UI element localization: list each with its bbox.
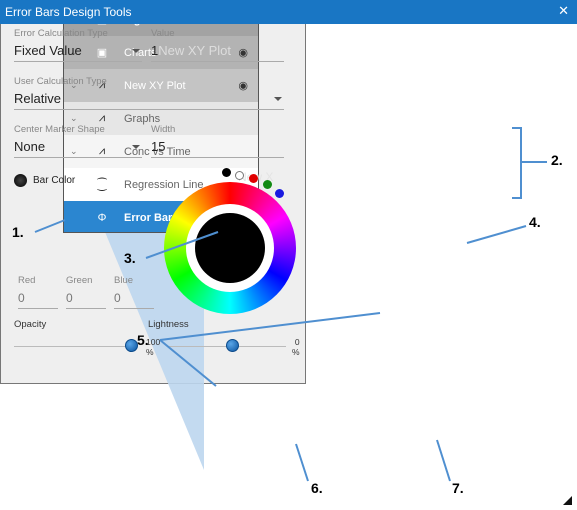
- callout-line-7: [436, 439, 451, 482]
- callout-line-5b: [159, 339, 217, 387]
- callout-line-6: [295, 443, 309, 482]
- callout-line-4: [466, 225, 527, 244]
- callout-line-1: [34, 219, 66, 233]
- callout-line-3: [145, 231, 219, 259]
- callout-7: 7.: [452, 480, 464, 496]
- callout-lines: [34, 127, 547, 482]
- callout-6: 6.: [311, 480, 323, 496]
- callout-line-5a: [159, 312, 381, 341]
- callout-5: 5.: [137, 332, 149, 348]
- callout-4: 4.: [529, 214, 541, 230]
- callout-bracket-2: [512, 127, 522, 199]
- callout-2: 2.: [551, 152, 563, 168]
- callout-3: 3.: [124, 250, 136, 266]
- callout-1: 1.: [12, 224, 24, 240]
